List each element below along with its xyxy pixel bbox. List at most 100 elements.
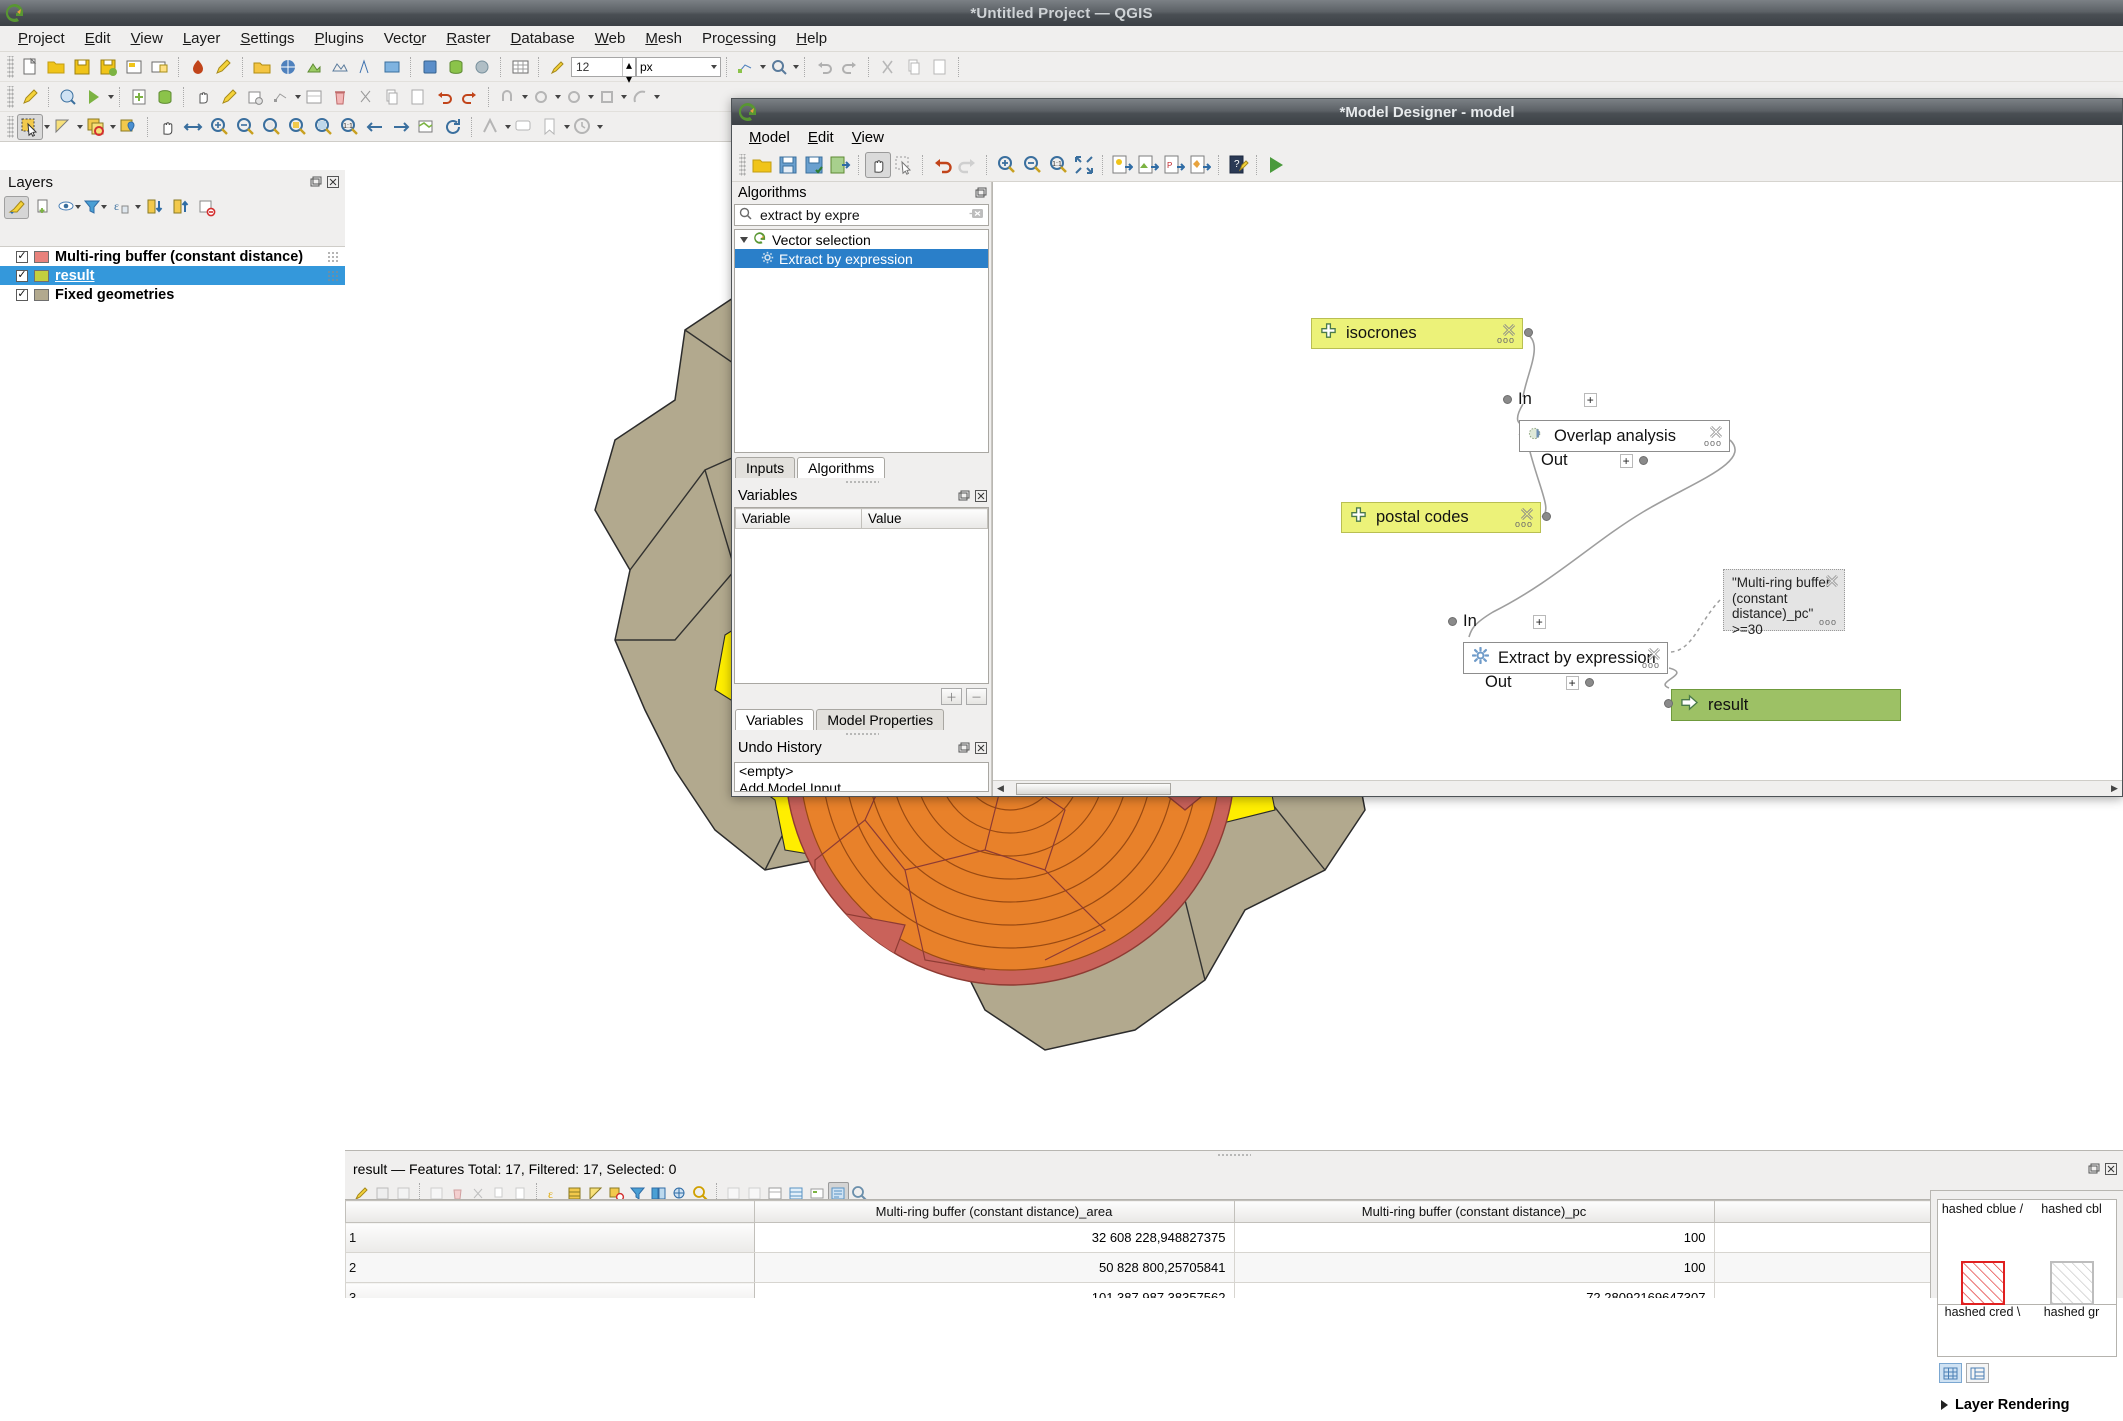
enable-tracing-icon[interactable] (528, 84, 554, 110)
overlap-in-expand-button[interactable]: + (1583, 392, 1597, 407)
overlap-out-expand-button[interactable]: + (1619, 453, 1633, 468)
new-print-layout-icon[interactable] (121, 54, 147, 80)
menu-help[interactable]: Help (786, 27, 837, 50)
menu-database[interactable]: Database (501, 27, 585, 50)
layer-visibility-checkbox[interactable]: ✓ (16, 269, 28, 282)
undo-icon[interactable] (929, 152, 955, 178)
undo-item[interactable]: <empty> (735, 763, 988, 780)
menu-plugins[interactable]: Plugins (305, 27, 374, 50)
data-source-manager-icon[interactable] (249, 54, 275, 80)
float-panel-icon[interactable] (957, 742, 970, 755)
table-row[interactable]: 1 32 608 228,948827375 100 (345, 1222, 2123, 1253)
symbol-item[interactable]: hashed cred \ (1938, 1261, 2027, 1356)
refresh-map-icon[interactable] (440, 114, 466, 140)
select-tool-icon[interactable] (891, 152, 917, 178)
zoom-actual-size-icon[interactable]: 1:1 (1045, 152, 1071, 178)
add-variable-button[interactable]: ＋ (941, 688, 962, 705)
open-layer-styling-icon[interactable] (4, 195, 29, 219)
chevron-down-icon[interactable] (654, 94, 660, 99)
model-designer-menubar[interactable]: Model Edit View (732, 125, 2122, 149)
zoom-last-icon[interactable] (362, 114, 388, 140)
zoom-in-icon[interactable] (206, 114, 232, 140)
add-delimited-text-icon[interactable] (353, 54, 379, 80)
menu-processing[interactable]: Processing (692, 27, 786, 50)
layer-row[interactable]: ✓ result (0, 266, 345, 285)
md-menu-view[interactable]: View (843, 127, 893, 148)
offset-curve-icon[interactable] (627, 84, 653, 110)
main-menubar[interactable]: Project Edit View Layer Settings Plugins… (0, 26, 2123, 52)
list-view-icon[interactable] (1966, 1363, 1989, 1383)
filter-expression-icon[interactable]: ε (108, 196, 133, 219)
layer-rendering-section[interactable]: Layer Rendering (1931, 1389, 2123, 1421)
node-menu-icon[interactable]: ooo (1819, 617, 1837, 627)
grid-view-icon[interactable] (1939, 1363, 1962, 1383)
add-spatialite-layer-icon[interactable] (443, 54, 469, 80)
cut-features-icon[interactable] (875, 54, 901, 80)
float-panel-icon[interactable] (2087, 1163, 2100, 1176)
scroll-right-icon[interactable]: ▶ (2107, 782, 2122, 796)
add-postgis-layer-icon[interactable] (417, 54, 443, 80)
export-as-svg-icon[interactable] (1187, 152, 1213, 178)
select-by-location-icon[interactable] (116, 114, 142, 140)
export-as-image-icon[interactable] (1135, 152, 1161, 178)
model-node-comment[interactable]: "Multi-ring buffer (constant distance)_p… (1723, 569, 1845, 637)
temporal-controller-icon[interactable] (570, 114, 596, 140)
redo-icon[interactable] (837, 54, 863, 80)
undo-edit-icon[interactable] (431, 84, 457, 110)
toggle-editing-icon[interactable] (545, 54, 571, 80)
model-node-extract-by-expression[interactable]: Extract by expression ooo (1463, 642, 1668, 674)
add-vector-layer-icon[interactable] (275, 54, 301, 80)
attribute-table[interactable]: Multi-ring buffer (constant distance)_ar… (345, 1200, 2123, 1298)
layer-list[interactable]: ✓ Multi-ring buffer (constant distance) … (0, 246, 345, 1298)
copy-icon[interactable] (379, 84, 405, 110)
zoom-in-icon[interactable] (993, 152, 1019, 178)
variables-table-container[interactable]: Variable Value (734, 507, 989, 684)
symbol-view-toggle[interactable] (1931, 1357, 2123, 1389)
redo-icon[interactable] (955, 152, 981, 178)
menu-settings[interactable]: Settings (230, 27, 304, 50)
select-features-icon[interactable] (17, 113, 43, 140)
port-dot-out[interactable] (1638, 456, 1648, 465)
chevron-down-icon[interactable] (793, 64, 799, 69)
map-tips-icon[interactable] (511, 114, 537, 140)
undo-item[interactable]: Add Model Input (735, 780, 988, 792)
panel-splitter[interactable] (732, 730, 991, 737)
project-toolbar[interactable]: 12 ▴ ▾ px (0, 52, 2123, 86)
model-node-postal-codes[interactable]: postal codes ooo (1341, 502, 1541, 533)
model-canvas-hscrollbar[interactable]: ◀ ▶ (993, 780, 2122, 796)
copy-features-icon[interactable] (901, 54, 927, 80)
zoom-native-icon[interactable]: 1:1 (336, 114, 362, 140)
toolbar-grip[interactable] (7, 85, 14, 108)
paste-features-icon[interactable] (927, 54, 953, 80)
float-panel-icon[interactable] (957, 490, 970, 503)
add-wms-layer-icon[interactable] (379, 54, 405, 80)
pan-map-icon[interactable] (190, 84, 216, 110)
symbol-gallery-row2[interactable]: hashed cred \ hashed gr (1937, 1261, 2117, 1357)
close-icon[interactable] (974, 490, 987, 503)
undo-icon[interactable] (811, 54, 837, 80)
node-port-out-isocrones[interactable] (1524, 328, 1533, 337)
zoom-to-layer-icon[interactable] (310, 114, 336, 140)
tab-model-properties[interactable]: Model Properties (816, 709, 945, 730)
zoom-out-icon[interactable] (1019, 152, 1045, 178)
rotation-spinner-arrows[interactable]: ▴ ▾ (622, 57, 635, 86)
extract-in-expand-button[interactable]: + (1532, 614, 1546, 629)
bookmarks-icon[interactable] (537, 114, 563, 140)
layer-visibility-checkbox[interactable]: ✓ (16, 288, 28, 301)
deselect-features-icon[interactable] (50, 114, 76, 140)
md-menu-edit[interactable]: Edit (799, 127, 843, 148)
layer-row[interactable]: ✓ Fixed geometries (0, 285, 345, 304)
add-feature-icon[interactable] (242, 84, 268, 110)
chevron-down-icon[interactable] (740, 236, 748, 243)
table-row[interactable]: 2 50 828 800,25705841 100 (345, 1252, 2123, 1283)
vertex-tool-icon[interactable] (268, 84, 294, 110)
new-shapefile-layer-icon[interactable] (126, 84, 152, 110)
algorithm-tree[interactable]: Vector selection Extract by expression (734, 229, 989, 453)
tab-inputs[interactable]: Inputs (735, 457, 796, 478)
pencil-style-icon[interactable] (211, 54, 237, 80)
extract-out-expand-button[interactable]: + (1565, 675, 1579, 690)
model-node-overlap-analysis[interactable]: Overlap analysis ooo (1519, 420, 1730, 452)
close-icon[interactable] (2104, 1163, 2117, 1176)
overlap-out-port[interactable]: Out + (1541, 451, 1648, 470)
column-header-pc[interactable]: Multi-ring buffer (constant distance)_pc (1233, 1200, 1715, 1223)
